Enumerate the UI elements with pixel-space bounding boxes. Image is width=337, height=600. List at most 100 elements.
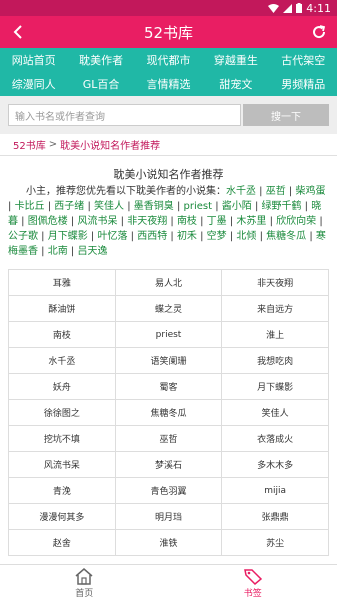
author-cell[interactable]: 梦溪石	[115, 452, 223, 478]
author-link[interactable]: 吕天逸	[77, 246, 107, 257]
author-cell[interactable]: 淮铁	[115, 530, 223, 556]
author-link[interactable]: 卡比丘	[15, 201, 45, 212]
link-separator: |	[127, 231, 138, 242]
author-link[interactable]: 焦糖冬瓜	[266, 231, 306, 242]
nav-item-home[interactable]: 网站首页	[0, 48, 67, 72]
author-link[interactable]: 月下蝶影	[48, 231, 88, 242]
author-link[interactable]: 西子绪	[54, 201, 84, 212]
tab-home[interactable]: 首页	[0, 565, 169, 600]
author-link[interactable]: 公子歌	[8, 231, 38, 242]
author-link[interactable]: 初禾	[177, 231, 197, 242]
author-cell[interactable]: 徐徐图之	[9, 400, 116, 426]
author-cell[interactable]: 蝶之灵	[115, 296, 223, 322]
link-separator: |	[173, 201, 184, 212]
author-cell[interactable]: 南枝	[9, 322, 116, 348]
app-bar: 52书库	[0, 16, 337, 48]
author-link[interactable]: 叶忆落	[97, 231, 127, 242]
author-link[interactable]: 南枝	[177, 216, 197, 227]
search-button[interactable]: 搜一下	[243, 104, 329, 126]
nav-item-sweet[interactable]: 甜宠文	[202, 72, 269, 96]
author-link[interactable]: 空梦	[207, 231, 227, 242]
author-link[interactable]: 绿野千鹤	[262, 201, 302, 212]
nav-item-male[interactable]: 男频精品	[270, 72, 337, 96]
author-cell[interactable]: 笑佳人	[222, 400, 329, 426]
author-cell[interactable]: 焦糖冬瓜	[115, 400, 223, 426]
author-cell[interactable]: 蜀客	[115, 374, 223, 400]
link-separator: |	[84, 201, 95, 212]
author-cell[interactable]: 我想吃肉	[222, 348, 329, 374]
link-separator: |	[316, 216, 323, 227]
author-link[interactable]: 欣欣向荣	[276, 216, 316, 227]
author-cell[interactable]: 妖舟	[9, 374, 116, 400]
author-cell[interactable]: 挖坑不填	[9, 426, 116, 452]
author-cell[interactable]: 青浼	[9, 478, 116, 504]
author-link[interactable]: 墨香铜臭	[134, 201, 174, 212]
author-cell[interactable]: 水千丞	[9, 348, 116, 374]
author-cell[interactable]: 来自远方	[222, 296, 329, 322]
author-link[interactable]: 北南	[48, 246, 68, 257]
link-separator: |	[226, 216, 237, 227]
author-cell[interactable]: 易人北	[115, 270, 223, 296]
author-link[interactable]: 北倾	[236, 231, 256, 242]
tab-bookmarks-label: 书签	[243, 588, 262, 599]
author-cell[interactable]: 衣落成火	[222, 426, 329, 452]
author-cell[interactable]: 赵舍	[9, 530, 116, 556]
status-time: 4:11	[306, 1, 331, 15]
author-link[interactable]: 图佩危楼	[28, 216, 68, 227]
refresh-icon[interactable]	[309, 22, 329, 42]
nav-item-ancient[interactable]: 古代架空	[270, 48, 337, 72]
author-cell[interactable]: 月下蝶影	[222, 374, 329, 400]
tab-bookmarks[interactable]: 书签	[169, 565, 337, 600]
author-cell[interactable]: 耳雅	[9, 270, 116, 296]
author-link[interactable]: 笑佳人	[94, 201, 124, 212]
author-link[interactable]: 非天夜翔	[127, 216, 167, 227]
link-separator: |	[196, 216, 207, 227]
author-cell[interactable]: 漫漫何其多	[9, 504, 116, 530]
author-link[interactable]: priest	[184, 201, 213, 212]
author-cell[interactable]: 张鼎鼎	[222, 504, 329, 530]
breadcrumb-separator: >	[48, 139, 58, 150]
author-cell[interactable]: 多木木多	[222, 452, 329, 478]
link-separator: |	[67, 246, 78, 257]
nav-item-fanfiction[interactable]: 综漫同人	[0, 72, 67, 96]
link-separator: |	[167, 231, 177, 242]
signal-icon	[283, 3, 293, 13]
nav-item-gl[interactable]: GL百合	[67, 72, 134, 96]
back-icon[interactable]	[8, 22, 28, 42]
author-cell[interactable]: 语笑阑珊	[115, 348, 223, 374]
link-separator: |	[67, 216, 78, 227]
nav-item-romance[interactable]: 言情精选	[135, 72, 202, 96]
link-separator: |	[196, 231, 207, 242]
author-cell[interactable]: 酥油饼	[9, 296, 116, 322]
author-cell[interactable]: 非天夜翔	[222, 270, 329, 296]
breadcrumb-home-link[interactable]: 52书库	[13, 137, 46, 152]
author-cell[interactable]: priest	[115, 322, 223, 348]
author-cell[interactable]: mijia	[222, 478, 329, 504]
link-separator: |	[256, 186, 266, 197]
battery-icon	[296, 3, 303, 13]
author-link[interactable]: 水千丞	[226, 186, 256, 197]
nav-item-modern-city[interactable]: 现代都市	[135, 48, 202, 72]
author-link[interactable]: 巫哲	[266, 186, 286, 197]
author-cell[interactable]: 巫哲	[115, 426, 223, 452]
author-cell[interactable]: 青色羽翼	[115, 478, 223, 504]
author-cell[interactable]: 淮上	[222, 322, 329, 348]
author-link[interactable]: 风流书呆	[77, 216, 117, 227]
author-link[interactable]: 西西特	[137, 231, 167, 242]
author-cell[interactable]: 明月珰	[115, 504, 223, 530]
link-separator: |	[38, 246, 48, 257]
link-separator: |	[124, 201, 134, 212]
nav-item-time-travel[interactable]: 穿越重生	[202, 48, 269, 72]
author-cell[interactable]: 风流书呆	[9, 452, 116, 478]
author-table: 耳雅 易人北 非天夜翔酥油饼 蝶之灵 来自远方南枝 priest 淮上水千丞 语笑阑珊 我想吃肉…	[8, 269, 329, 556]
tag-icon	[243, 568, 262, 585]
author-link[interactable]: 丁墨	[207, 216, 227, 227]
author-cell[interactable]: 苏尘	[222, 530, 329, 556]
search-input[interactable]: 输入书名或作者查询	[8, 104, 241, 126]
breadcrumb-current[interactable]: 耽美小说知名作者推荐	[60, 137, 160, 152]
link-separator: |	[212, 201, 222, 212]
author-link[interactable]: 木苏里	[236, 216, 266, 227]
nav-item-danmei-authors[interactable]: 耽美作者	[67, 48, 134, 72]
author-link[interactable]: 酱小陌	[222, 201, 252, 212]
author-link[interactable]: 柴鸡蛋	[295, 186, 325, 197]
